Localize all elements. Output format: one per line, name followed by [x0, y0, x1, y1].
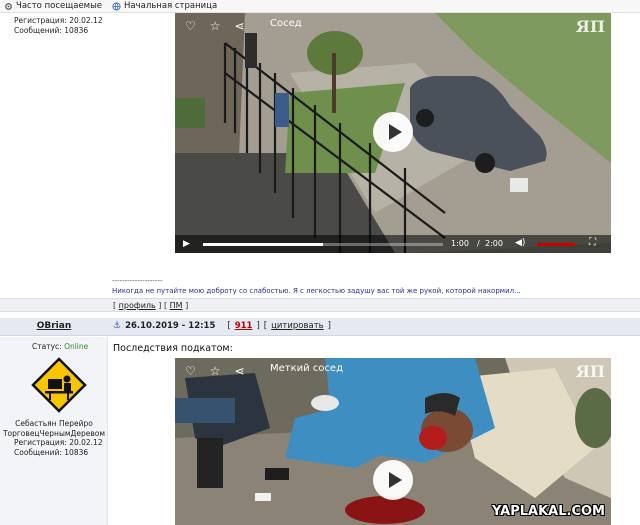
post-rating[interactable]: 911	[235, 321, 253, 331]
author-stats: Регистрация: 20.02.12 Сообщений: 10836	[14, 16, 103, 36]
progress-fill	[203, 243, 323, 246]
play-icon[interactable]: ▶	[183, 239, 190, 249]
bookmark-most-visited[interactable]: Часто посещаемые	[4, 1, 102, 11]
rating-bracket: ]	[256, 321, 260, 331]
username[interactable]: OBrian	[0, 321, 108, 331]
profile-link[interactable]: профиль	[119, 301, 156, 310]
video-player-1[interactable]: ♡ ☆ ⋖ Сосед ЯП ▶ 1:00 / 2:00 ◀) ⛶	[175, 13, 611, 253]
bookmarks-bar: Часто посещаемые Начальная страница	[0, 0, 640, 13]
rating-bracket: [	[227, 321, 231, 331]
post2-header: OBrian ⚓ 26.10.2019 - 12:15 [911] [цитир…	[0, 318, 640, 336]
quote-bracket: [	[263, 321, 268, 331]
user-title-line: Себастьян Перейро	[15, 419, 93, 428]
bookmark-label: Часто посещаемые	[16, 1, 103, 11]
status-value: Online	[64, 342, 89, 351]
signature-separator: --------------------	[112, 277, 163, 285]
video-player-2[interactable]: ♡ ☆ ⋖ Меткий сосед ЯП YAPLAKAL.COM	[175, 358, 611, 525]
bookmark-label: Начальная страница	[124, 1, 218, 11]
post1-author-panel: Регистрация: 20.02.12 Сообщений: 10836	[0, 13, 108, 298]
registration-date: Регистрация: 20.02.12	[14, 16, 103, 25]
video-top-controls: ♡ ☆ ⋖	[185, 19, 245, 33]
quote-link[interactable]: цитировать	[271, 321, 324, 331]
video-title: Сосед	[270, 18, 302, 29]
user-title: Себастьян Перейро ТорговецЧернымДеревом	[0, 419, 108, 439]
post2-author-panel: Статус: Online Себастьян Перейро Торгове…	[0, 337, 108, 525]
status-label: Статус:	[32, 342, 62, 351]
fullscreen-icon[interactable]: ⛶	[589, 237, 596, 248]
channel-logo: ЯП	[575, 362, 605, 381]
time-separator: /	[477, 239, 480, 248]
play-button[interactable]	[373, 460, 413, 500]
footer-links: [ профиль ] [ ПМ ]	[113, 301, 189, 310]
avatar[interactable]	[31, 357, 87, 413]
signature: Никогда не путайте мою доброту со слабос…	[112, 287, 521, 295]
post-meta: ⚓ 26.10.2019 - 12:15 [911] [цитировать]	[113, 321, 331, 331]
video-progress-bar[interactable]	[203, 243, 443, 246]
channel-logo: ЯП	[575, 17, 605, 36]
volume-icon[interactable]: ◀)	[515, 238, 525, 248]
star-icon[interactable]: ☆	[210, 364, 221, 378]
quote-bracket: ]	[327, 321, 331, 331]
share-icon[interactable]: ⋖	[235, 364, 245, 378]
post-date: 26.10.2019 - 12:15	[125, 321, 216, 331]
video-top-controls: ♡ ☆ ⋖	[185, 364, 245, 378]
share-icon[interactable]: ⋖	[235, 19, 245, 33]
video-control-bar: ▶ 1:00 / 2:00 ◀) ⛶	[175, 235, 611, 253]
play-button[interactable]	[373, 112, 413, 152]
gear-icon	[5, 2, 12, 10]
author-stats: Регистрация: 20.02.12 Сообщений: 10836	[14, 438, 103, 458]
globe-icon	[112, 1, 121, 11]
registration-date: Регистрация: 20.02.12	[14, 438, 103, 447]
pm-link[interactable]: ПМ	[170, 301, 183, 310]
bookmark-home-page[interactable]: Начальная страница	[112, 1, 217, 11]
anchor-icon[interactable]: ⚓	[113, 321, 121, 331]
video-title: Меткий сосед	[270, 363, 344, 374]
time-current: 1:00	[451, 239, 469, 248]
volume-slider[interactable]	[537, 243, 575, 246]
heart-icon[interactable]: ♡	[185, 19, 196, 33]
post-body-text: Последствия подкатом:	[113, 343, 233, 354]
message-count: Сообщений: 10836	[14, 26, 89, 35]
heart-icon[interactable]: ♡	[185, 364, 196, 378]
post-footer: [ профиль ] [ ПМ ]	[0, 298, 640, 312]
star-icon[interactable]: ☆	[210, 19, 221, 33]
time-total: 2:00	[485, 239, 503, 248]
message-count: Сообщений: 10836	[14, 448, 89, 457]
status-line: Статус: Online	[32, 342, 88, 351]
site-watermark: YAPLAKAL.COM	[492, 504, 605, 519]
